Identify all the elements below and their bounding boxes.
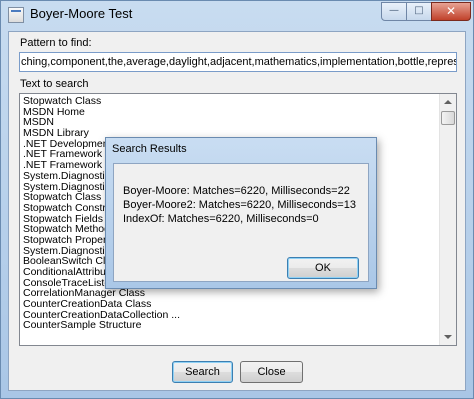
list-item: MSDN Home [23, 105, 85, 118]
pattern-label: Pattern to find: [20, 37, 92, 49]
chevron-down-icon [444, 335, 452, 339]
window-title: Boyer-Moore Test [30, 6, 133, 21]
scroll-down-button[interactable] [440, 329, 456, 345]
ok-button[interactable]: OK [287, 257, 359, 279]
result-boyer-moore: Boyer-Moore: Matches=6220, Milliseconds=… [123, 185, 350, 197]
close-button[interactable]: Close [240, 361, 303, 383]
scroll-up-button[interactable] [440, 94, 456, 110]
dialog-title: Search Results [112, 143, 187, 155]
chevron-up-icon [444, 100, 452, 104]
result-indexof: IndexOf: Matches=6220, Milliseconds=0 [123, 213, 319, 225]
scroll-thumb[interactable] [441, 111, 455, 125]
list-item: Stopwatch Class [23, 95, 102, 107]
title-bar[interactable]: Boyer-Moore Test — □ ✕ [1, 1, 473, 29]
pattern-input[interactable]: ching,component,the,average,daylight,adj… [19, 52, 457, 72]
list-item: CounterSample Structure [23, 319, 142, 332]
list-vertical-scrollbar[interactable] [439, 94, 456, 345]
minimize-button[interactable]: — [381, 2, 407, 21]
main-window: Boyer-Moore Test — □ ✕ Pattern to find: … [0, 0, 474, 399]
app-icon [8, 7, 24, 23]
window-close-button[interactable]: ✕ [431, 2, 471, 21]
text-to-search-label: Text to search [20, 78, 89, 90]
result-boyer-moore2: Boyer-Moore2: Matches=6220, Milliseconds… [123, 199, 356, 211]
search-button[interactable]: Search [172, 361, 233, 383]
maximize-button[interactable]: □ [406, 2, 432, 21]
search-results-dialog: Search Results Boyer-Moore: Matches=6220… [105, 137, 377, 289]
dialog-client-area: Boyer-Moore: Matches=6220, Milliseconds=… [113, 163, 369, 282]
